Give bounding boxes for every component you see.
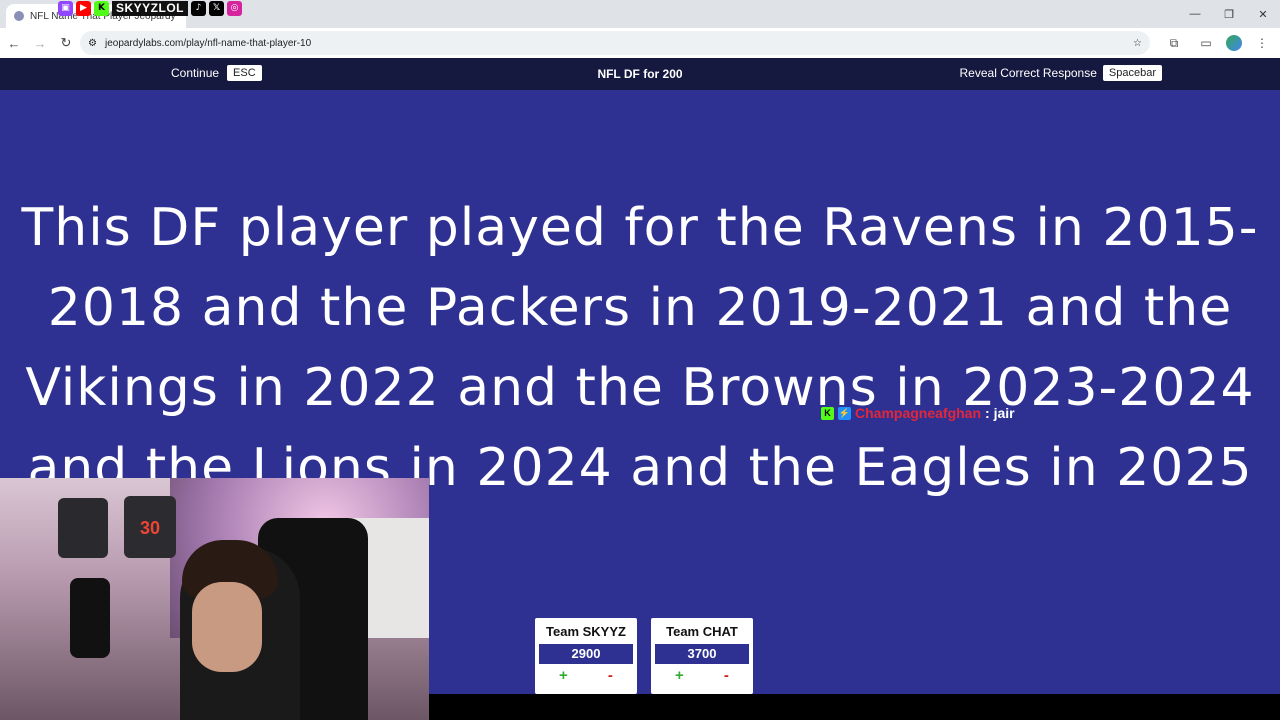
- team-card: Team SKYYZ 2900 + -: [535, 618, 637, 694]
- address-bar[interactable]: ⚙ jeopardylabs.com/play/nfl-name-that-pl…: [80, 31, 1150, 55]
- team-name: Team CHAT: [666, 624, 738, 639]
- chat-overlay-message: K ⚡ Champagneafghan : jair: [821, 405, 1015, 421]
- minimize-icon[interactable]: —: [1178, 0, 1212, 28]
- restore-icon[interactable]: ❐: [1212, 0, 1246, 28]
- kick-icon: K: [94, 0, 109, 16]
- youtube-icon: ▶: [76, 0, 91, 16]
- team-score: 2900: [539, 644, 633, 664]
- browser-toolbar: ← → ↻ ⚙ jeopardylabs.com/play/nfl-name-t…: [0, 28, 1280, 58]
- team-name: Team SKYYZ: [546, 624, 626, 639]
- site-info-icon[interactable]: ⚙: [88, 38, 97, 49]
- streamer-webcam: 30: [0, 478, 429, 720]
- hanging-jersey: [58, 498, 108, 558]
- extensions-icon[interactable]: ⧉: [1162, 31, 1186, 55]
- chat-username: Champagneafghan: [855, 405, 982, 421]
- menu-kebab-icon[interactable]: ⋮: [1250, 31, 1274, 55]
- tiktok-icon: ♪: [191, 0, 207, 16]
- stream-overlay-badges: ▣ ▶ K SKYYZLOL ♪ 𝕏 ◎: [58, 0, 243, 16]
- window-controls: — ❐ ✕: [1178, 0, 1280, 28]
- forward-icon[interactable]: →: [28, 31, 52, 55]
- streamer-face: [192, 582, 262, 672]
- url-text: jeopardylabs.com/play/nfl-name-that-play…: [104, 37, 312, 49]
- team-score: 3700: [655, 644, 749, 664]
- add-points-button[interactable]: +: [559, 667, 568, 684]
- tab-search-icon[interactable]: ▭: [1194, 31, 1218, 55]
- spacebar-key-badge: Spacebar: [1102, 65, 1162, 81]
- scoreboard: Team SKYYZ 2900 + - Team CHAT 3700 + -: [535, 618, 753, 694]
- back-icon[interactable]: ←: [2, 31, 26, 55]
- bookmark-star-icon[interactable]: ☆: [1133, 38, 1142, 49]
- reload-icon[interactable]: ↻: [54, 31, 78, 55]
- instagram-icon: ◎: [227, 0, 243, 16]
- reveal-label[interactable]: Reveal Correct Response: [960, 66, 1097, 80]
- stream-brand-name: SKYYZLOL: [112, 0, 189, 16]
- moderator-badge-icon: ⚡: [838, 406, 851, 420]
- chat-message: : jair: [985, 405, 1015, 421]
- x-icon: 𝕏: [209, 0, 225, 16]
- team-card: Team CHAT 3700 + -: [651, 618, 753, 694]
- kick-badge-icon: K: [821, 406, 834, 420]
- clue-text: This DF player played for the Ravens in …: [21, 198, 1259, 498]
- hanging-jersey: 30: [124, 496, 176, 558]
- add-points-button[interactable]: +: [675, 667, 684, 684]
- browser-tab-strip: NFL Name That Player Jeopardy ▣ ▶ K SKYY…: [0, 0, 1280, 28]
- jeopardylabs-favicon-icon: [14, 11, 24, 21]
- reveal-control[interactable]: Reveal Correct Response Spacebar: [960, 65, 1162, 81]
- subtract-points-button[interactable]: -: [608, 667, 613, 684]
- profile-avatar-icon[interactable]: [1226, 35, 1242, 51]
- subtract-points-button[interactable]: -: [724, 667, 729, 684]
- clue-header: Continue ESC NFL DF for 200 Reveal Corre…: [0, 58, 1280, 90]
- toolbar-actions: ⧉ ▭ ⋮: [1162, 31, 1274, 55]
- microphone: [70, 578, 110, 658]
- close-icon[interactable]: ✕: [1246, 0, 1280, 28]
- twitch-icon: ▣: [58, 0, 73, 16]
- bottom-black-bar: [429, 694, 1280, 720]
